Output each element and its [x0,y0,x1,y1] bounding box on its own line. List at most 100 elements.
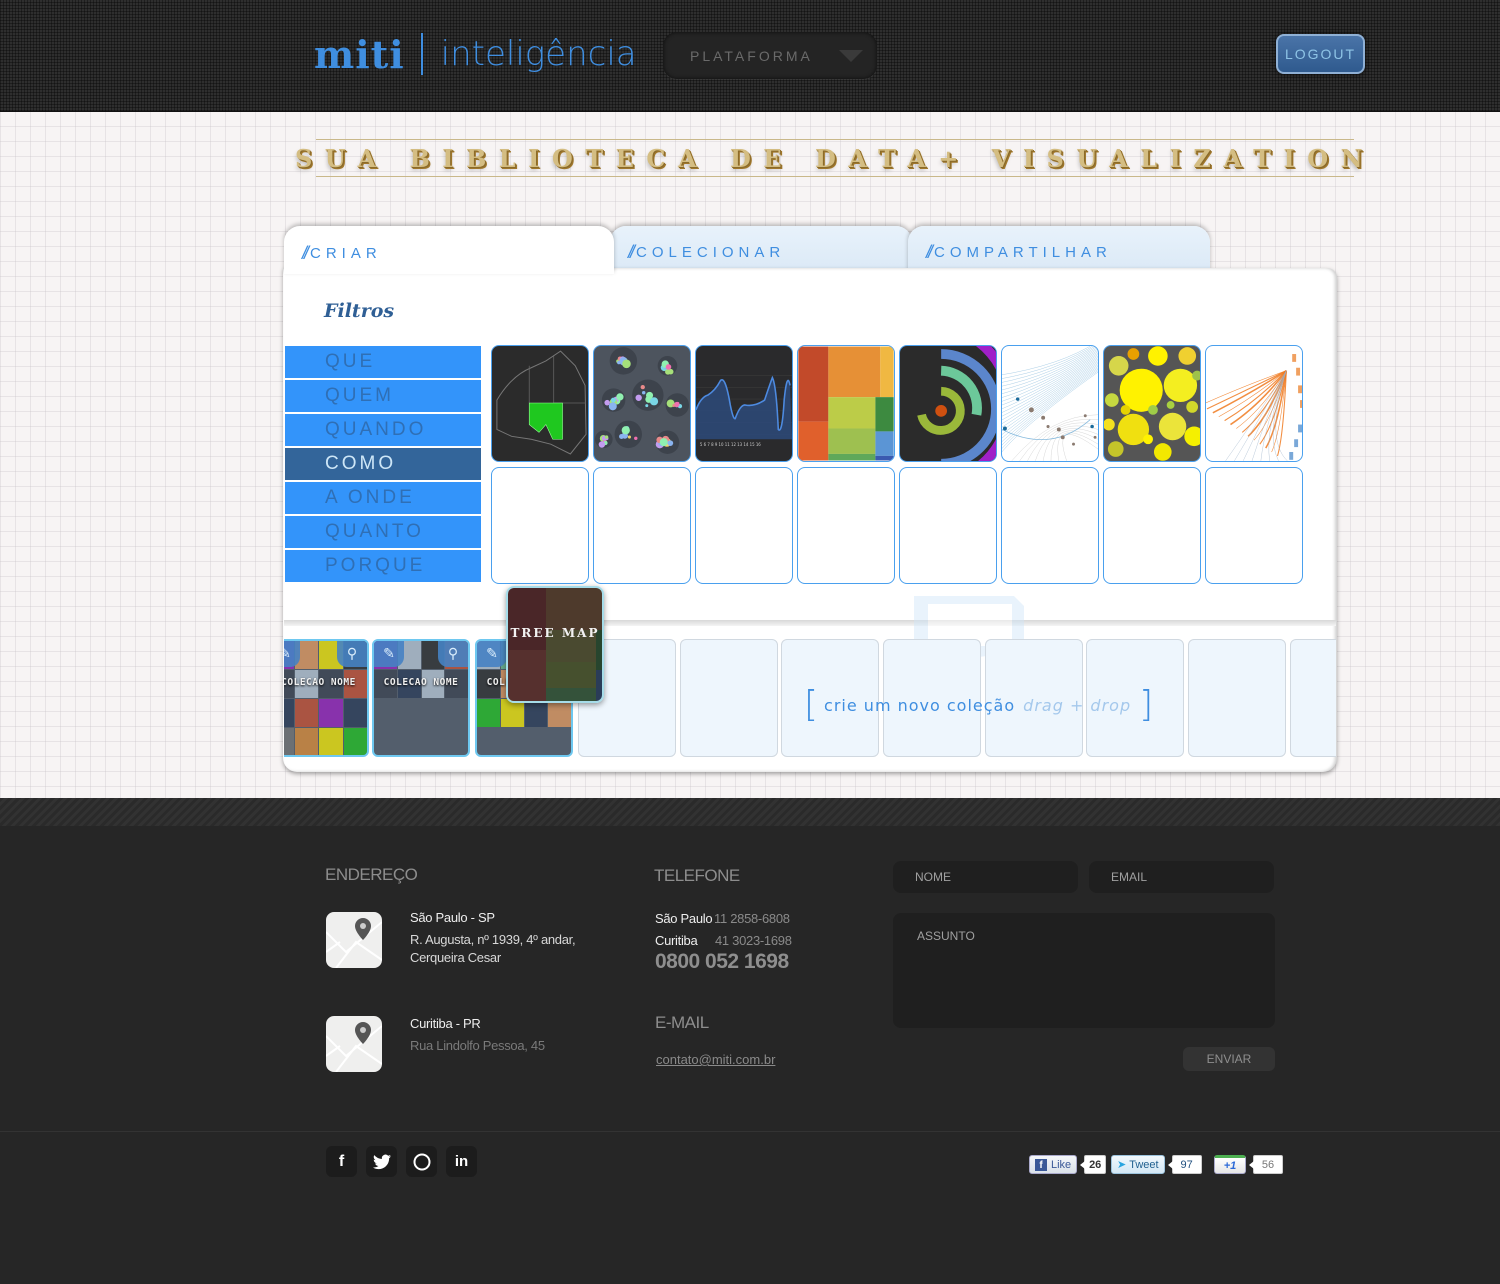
arc [1002,349,1098,398]
empty-slot[interactable] [1001,467,1099,584]
empty-slot[interactable] [491,467,589,584]
collection-card[interactable]: ✎ ⚲ COLECAO NOME [372,639,470,757]
empty-collection-slot[interactable] [1188,639,1286,757]
packed-circle [1108,355,1129,376]
platform-dropdown-label: PLATAFORMA [690,47,813,64]
thumb-network-arcs[interactable] [1001,345,1099,462]
arc [1002,357,1098,417]
area-line-visual: 5 6 7 8 9 10 11 12 13 14 15 16 [696,375,792,447]
bubble [616,393,624,401]
packed-circle [1178,347,1197,365]
bubble [645,404,649,408]
bubble [604,435,609,439]
twitter-icon[interactable] [366,1146,397,1177]
facebook-icon[interactable]: f [326,1146,357,1177]
bubble [627,435,631,439]
address-city: Curitiba - PR [410,1016,481,1031]
twitter-bird-icon: ➤ [1117,1159,1127,1171]
tweet-widget: ➤ Tweet 97 [1111,1155,1202,1174]
empty-slot[interactable] [593,467,691,584]
arc [1002,369,1098,446]
bubble [604,399,610,406]
address-line: Rua Lindolfo Pessoa, 45 [410,1038,545,1053]
thumb-tree-map[interactable] [797,345,895,462]
drag-item-label: TREE MAP [510,626,600,640]
mosaic-tile [319,728,343,755]
filters-title: Filtros [324,300,395,322]
like-count: 26 [1080,1155,1107,1174]
empty-slot[interactable] [899,467,997,584]
tab-label: CRIAR [310,244,382,262]
facebook-like-button[interactable]: f Like [1029,1155,1078,1174]
dragged-visualization[interactable]: TREE MAP [506,586,604,703]
send-button[interactable]: ENVIAR [1183,1047,1275,1071]
tweet-button[interactable]: ➤ Tweet [1111,1155,1165,1174]
empty-slot[interactable] [797,467,895,584]
platform-dropdown[interactable]: PLATAFORMA [663,32,877,79]
thumb-edge-bundling[interactable] [1205,345,1303,462]
zoom-plus-icon[interactable]: ⚲ [337,641,367,667]
edge-node [1298,424,1302,433]
filter-como[interactable]: COMO [285,448,481,480]
circle-icon[interactable] [406,1146,437,1177]
filter-quem[interactable]: QUEM [285,380,481,412]
edge-node [1294,439,1299,448]
email-link[interactable]: contato@miti.com.br [656,1052,775,1067]
logo-product: inteligência [440,34,637,74]
tab-criar[interactable]: // CRIAR [284,226,614,274]
thumb-area-line-chart[interactable]: 5 6 7 8 9 10 11 12 13 14 15 16 [695,345,793,462]
thumb-radial-bar[interactable] [899,345,997,462]
mosaic-tile [548,699,571,727]
node [1041,415,1046,420]
email-input[interactable] [1089,861,1274,893]
name-input[interactable] [893,861,1078,893]
cluster [614,420,642,449]
edge-node [1289,451,1294,460]
empty-slot[interactable] [1205,467,1303,584]
bubble [665,368,671,375]
tab-colecionar[interactable]: // COLECIONAR [610,226,912,272]
thumb-cluster-bubbles[interactable] [593,345,691,462]
subject-textarea[interactable] [893,913,1275,1028]
footer-stripe [0,798,1500,826]
empty-collection-slot[interactable] [680,639,778,757]
pencil-icon[interactable]: ✎ [374,641,404,667]
empty-slot[interactable] [1103,467,1201,584]
collection-name: COLECAO NOME [284,677,356,688]
bubble [598,441,606,448]
phone-heading: TELEFONE [654,866,740,885]
linkedin-icon[interactable]: in [446,1146,477,1177]
node [1093,435,1097,439]
pencil-icon[interactable]: ✎ [477,641,507,667]
bubble [640,384,645,390]
mosaic-tile [294,728,318,755]
logo[interactable]: miti inteligência [314,30,637,78]
filter-quanto[interactable]: QUANTO [285,516,481,548]
plusone-button[interactable]: +1 [1214,1155,1246,1174]
tweet-label: Tweet [1129,1158,1159,1171]
tab-compartilhar[interactable]: // COMPARTILHAR [908,226,1210,272]
logout-button[interactable]: LOGOUT [1276,34,1365,74]
filter-que[interactable]: QUE [285,346,481,378]
thumb-circle-packing[interactable] [1103,345,1201,462]
empty-collection-slot[interactable] [1290,639,1336,757]
svg-text:5 6 7 8 9 10 11 12 13 14 15 16: 5 6 7 8 9 10 11 12 13 14 15 16 [700,442,761,447]
chevron-down-icon [839,50,863,62]
mosaic-tile [343,728,367,755]
address-heading: ENDEREÇO [325,865,418,884]
empty-slot[interactable] [695,467,793,584]
filter-porque[interactable]: PORQUE [285,550,481,582]
filter-a-onde[interactable]: A ONDE [285,482,481,514]
panel-divider [284,620,1336,626]
collection-card[interactable]: ✎ ⚲ COLECAO NOME [284,639,369,757]
pencil-icon[interactable]: ✎ [284,641,300,667]
bubble [641,390,646,395]
email-heading: E-MAIL [655,1013,709,1032]
thumb-choropleth-map[interactable] [491,345,589,462]
zoom-plus-icon[interactable]: ⚲ [438,641,468,667]
phone-city: Curitiba [655,933,698,948]
packed-circle [1184,426,1200,447]
bubble [667,440,674,447]
arc [1062,434,1098,461]
filter-quando[interactable]: QUANDO [285,414,481,446]
